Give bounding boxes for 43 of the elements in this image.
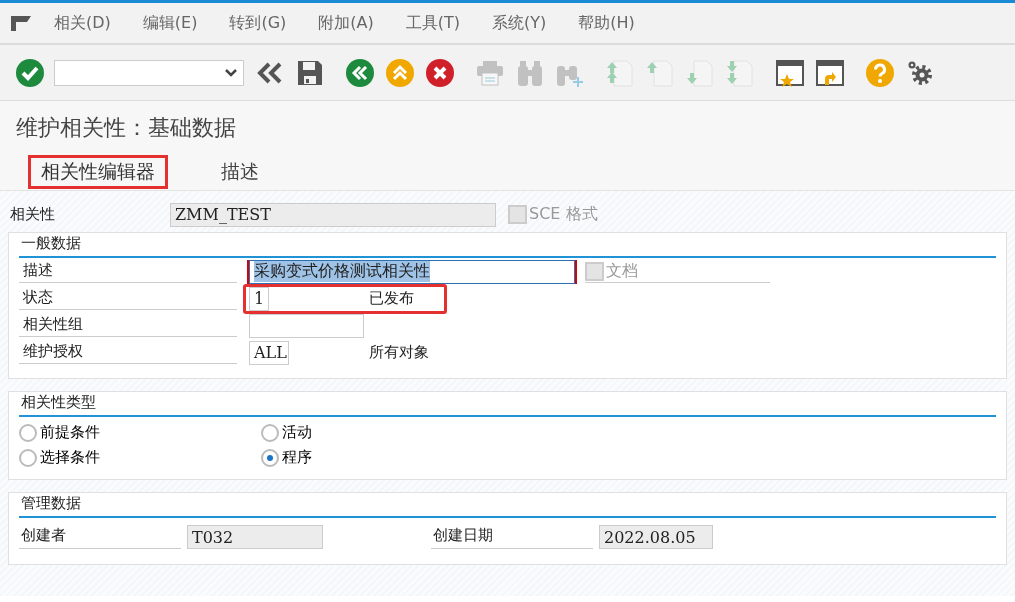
- field-label: 维护授权: [19, 341, 237, 364]
- screen-title: 维护相关性：基础数据: [0, 101, 1015, 151]
- input-field[interactable]: [249, 313, 364, 338]
- field-description: 已发布: [369, 289, 414, 308]
- checkbox-label: SCE 格式: [529, 204, 598, 225]
- field-label: 创建者: [19, 525, 181, 549]
- field-label: 描述: [19, 260, 237, 283]
- radio-button[interactable]: 活动: [261, 423, 461, 442]
- menu-item[interactable]: 工具(T): [405, 12, 460, 34]
- menu-item[interactable]: 系统(Y): [492, 12, 547, 34]
- readonly-field: 2022.08.05: [599, 525, 713, 549]
- input-field[interactable]: 1: [249, 286, 269, 311]
- cancel-button[interactable]: [424, 56, 456, 89]
- field-label: 相关性组: [19, 314, 237, 337]
- group-title: 管理数据: [19, 493, 996, 518]
- back-button[interactable]: [344, 56, 376, 89]
- menu-item[interactable]: 编辑(E): [142, 12, 198, 34]
- menu-item[interactable]: 相关(D): [54, 12, 111, 34]
- radio-button[interactable]: 前提条件: [19, 423, 261, 442]
- radio-button[interactable]: 选择条件: [19, 448, 261, 467]
- field-label: 状态: [19, 287, 237, 310]
- field-label: 创建日期: [431, 525, 593, 549]
- readonly-field: ZMM_TEST: [170, 202, 496, 227]
- field-label: 相关性: [9, 205, 56, 224]
- field-description: 所有对象: [369, 343, 429, 362]
- input-field[interactable]: ALL: [249, 340, 289, 365]
- tab[interactable]: 描述: [208, 155, 272, 189]
- checkbox-label: 文档: [606, 260, 638, 282]
- group-title: 相关性类型: [19, 392, 996, 417]
- menu-item[interactable]: 转到(G): [229, 12, 287, 34]
- radio-button[interactable]: 程序: [261, 448, 461, 467]
- menu-item[interactable]: 附加(A): [318, 12, 374, 34]
- input-field[interactable]: 采购变式价格测试相关性: [249, 259, 575, 284]
- menu-icon[interactable]: [10, 14, 32, 32]
- readonly-field: T032: [187, 525, 323, 549]
- group-title: 一般数据: [19, 233, 996, 258]
- command-field[interactable]: [54, 59, 244, 86]
- checkmark-button[interactable]: [14, 56, 46, 89]
- help-button[interactable]: [864, 56, 896, 89]
- dropdown-icon[interactable]: [225, 68, 237, 77]
- tab[interactable]: 相关性编辑器: [28, 155, 168, 189]
- menu-item[interactable]: 帮助(H): [578, 12, 635, 34]
- exit-button[interactable]: [384, 56, 416, 89]
